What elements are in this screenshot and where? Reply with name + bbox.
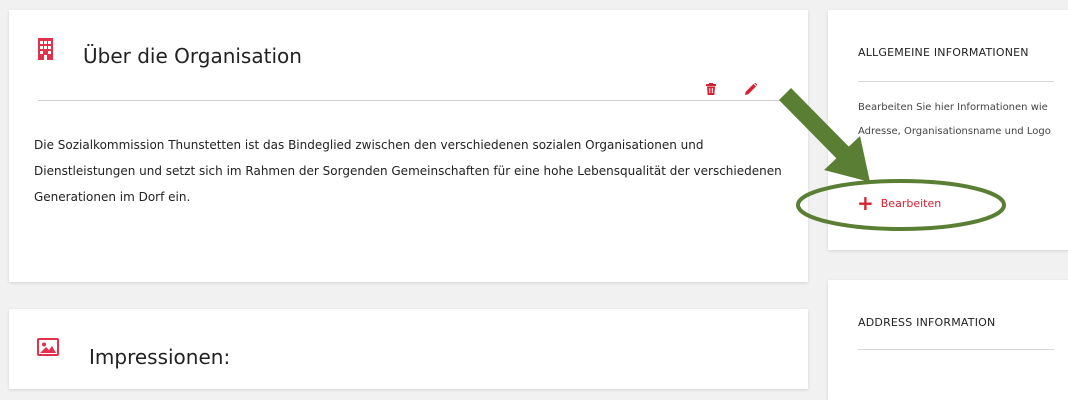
- general-info-card: ALLGEMEINE INFORMATIONEN Bearbeiten Sie …: [828, 10, 1068, 250]
- building-icon: [38, 38, 53, 64]
- pencil-icon[interactable]: [745, 80, 758, 99]
- address-info-card: ADDRESS INFORMATION: [828, 280, 1068, 400]
- address-info-divider: [858, 349, 1054, 350]
- about-divider: [38, 100, 783, 101]
- impressions-card: Impressionen:: [9, 309, 808, 389]
- about-title: Über die Organisation: [83, 44, 302, 68]
- plus-icon: +: [857, 191, 874, 215]
- about-organisation-card: Über die Organisation Die Sozialkommissi…: [9, 10, 808, 282]
- general-info-divider: [858, 81, 1054, 82]
- image-icon: [37, 338, 59, 360]
- address-info-title: ADDRESS INFORMATION: [858, 316, 996, 329]
- general-info-description: Bearbeiten Sie hier Informationen wie Ad…: [858, 102, 1051, 137]
- trash-icon[interactable]: [706, 80, 716, 99]
- about-description: Die Sozialkommission Thunstetten ist das…: [34, 138, 782, 204]
- impressions-title: Impressionen:: [89, 345, 231, 369]
- edit-general-info-button[interactable]: + Bearbeiten: [857, 191, 942, 215]
- edit-label: Bearbeiten: [880, 196, 942, 210]
- general-info-title: ALLGEMEINE INFORMATIONEN: [858, 46, 1029, 59]
